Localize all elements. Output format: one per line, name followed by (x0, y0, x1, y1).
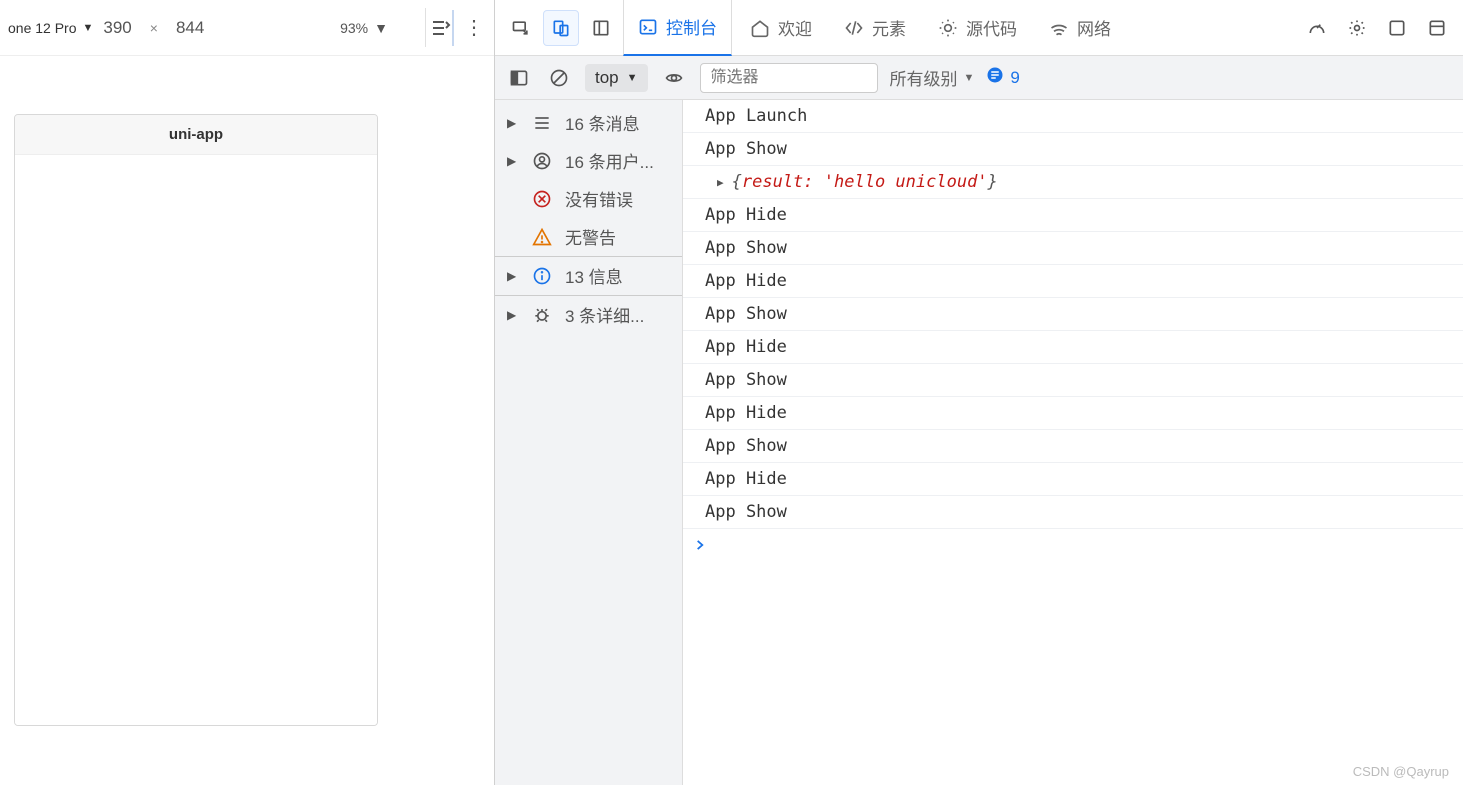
sidebar-item-errors[interactable]: 没有错误 (495, 180, 682, 218)
toggle-sidebar-icon[interactable] (505, 64, 533, 92)
inspect-icon[interactable] (503, 10, 539, 46)
log-line[interactable]: App Show (683, 298, 1463, 331)
tab-label: 控制台 (666, 14, 717, 39)
device-preview-pane: one 12 Pro ▼ 390 × 844 93% ▼ ⋮ uni-app (0, 0, 495, 785)
clear-console-icon[interactable] (545, 64, 573, 92)
triangle-right-icon: ▶ (507, 269, 519, 283)
tab-console[interactable]: 控制台 (623, 0, 732, 56)
performance-icon[interactable] (1299, 10, 1335, 46)
sidebar-item-label: 无警告 (565, 224, 674, 249)
sidebar-item-warnings[interactable]: 无警告 (495, 218, 682, 256)
caret-down-icon: ▼ (964, 72, 975, 84)
tab-sources[interactable]: 源代码 (924, 0, 1031, 56)
device-frame: uni-app (14, 114, 378, 726)
settings-icon[interactable] (1339, 10, 1375, 46)
sidebar-item-label: 3 条详细... (565, 302, 674, 327)
tab-label: 源代码 (966, 15, 1017, 40)
console-log-area[interactable]: App LaunchApp Show▶{result: 'hello unicl… (683, 100, 1463, 785)
console-body: ▶ 16 条消息 ▶ 16 条用户... (495, 100, 1463, 785)
watermark: CSDN @Qayrup (1353, 764, 1449, 779)
log-line[interactable]: ▶ {result: 'hello unicloud'} (683, 166, 1463, 199)
device-toggle-icon[interactable] (543, 10, 579, 46)
log-object: {result: 'hello unicloud'} (732, 172, 998, 192)
info-icon (531, 266, 553, 286)
device-width[interactable]: 390 (103, 18, 131, 38)
zoom-selector[interactable]: 93% ▼ (340, 20, 388, 36)
log-level-label: 所有级别 (890, 65, 958, 90)
warning-icon (531, 227, 553, 247)
dimension-separator: × (150, 20, 158, 36)
sidebar-item-user[interactable]: ▶ 16 条用户... (495, 142, 682, 180)
tab-label: 元素 (872, 15, 906, 40)
issue-count: 9 (1010, 68, 1019, 88)
panel-icon[interactable] (1379, 10, 1415, 46)
dock-icon[interactable] (583, 10, 619, 46)
tab-label: 网络 (1077, 15, 1111, 40)
error-icon (531, 189, 553, 209)
sidebar-item-label: 16 条用户... (565, 148, 674, 173)
tab-welcome[interactable]: 欢迎 (736, 0, 826, 56)
console-toolbar: top ▼ 所有级别 ▼ 9 (495, 56, 1463, 100)
log-line[interactable]: App Hide (683, 397, 1463, 430)
preview-canvas: uni-app (0, 56, 494, 785)
sidebar-item-verbose[interactable]: ▶ 3 条详细... (495, 295, 682, 334)
caret-down-icon: ▼ (627, 72, 638, 84)
user-icon (531, 151, 553, 171)
log-line[interactable]: App Show (683, 133, 1463, 166)
log-line[interactable]: App Hide (683, 331, 1463, 364)
sidebar-item-label: 13 信息 (565, 263, 674, 288)
device-selector[interactable]: one 12 Pro ▼ (8, 20, 93, 36)
log-line[interactable]: App Show (683, 430, 1463, 463)
log-level-selector[interactable]: 所有级别 ▼ (890, 65, 975, 90)
bug-icon (531, 305, 553, 325)
zoom-value: 93% (340, 20, 368, 36)
list-icon (531, 113, 553, 133)
kebab-menu-icon[interactable]: ⋮ (462, 16, 486, 40)
tab-elements[interactable]: 元素 (830, 0, 920, 56)
console-prompt[interactable] (683, 529, 1463, 565)
issues-badge[interactable]: 9 (986, 66, 1019, 89)
sidebar-item-label: 16 条消息 (565, 110, 674, 135)
device-height[interactable]: 844 (176, 18, 204, 38)
log-line[interactable]: App Hide (683, 199, 1463, 232)
filter-input[interactable] (700, 63, 878, 93)
sidebar-item-label: 没有错误 (565, 186, 674, 211)
more-icon[interactable] (1419, 10, 1455, 46)
caret-down-icon: ▼ (374, 20, 388, 36)
context-label: top (595, 68, 619, 88)
app-body[interactable] (15, 155, 377, 725)
log-line[interactable]: App Show (683, 496, 1463, 529)
live-expression-icon[interactable] (660, 64, 688, 92)
device-name: one 12 Pro (8, 20, 77, 36)
issue-icon (986, 66, 1004, 89)
triangle-right-icon: ▶ (507, 116, 519, 130)
log-line[interactable]: App Show (683, 364, 1463, 397)
log-line[interactable]: App Hide (683, 463, 1463, 496)
triangle-right-icon: ▶ (507, 308, 519, 322)
triangle-right-icon[interactable]: ▶ (717, 176, 724, 189)
app-title: uni-app (169, 126, 223, 143)
context-selector[interactable]: top ▼ (585, 64, 648, 92)
log-line[interactable]: App Hide (683, 265, 1463, 298)
log-line[interactable]: App Launch (683, 100, 1463, 133)
triangle-right-icon: ▶ (507, 154, 519, 168)
app-title-bar: uni-app (15, 115, 377, 155)
device-toolbar: one 12 Pro ▼ 390 × 844 93% ▼ ⋮ (0, 0, 494, 56)
tab-label: 欢迎 (778, 15, 812, 40)
devtools-tabstrip: 控制台 欢迎 元素 源代码 网络 (495, 0, 1463, 56)
console-sidebar: ▶ 16 条消息 ▶ 16 条用户... (495, 100, 683, 785)
sidebar-item-messages[interactable]: ▶ 16 条消息 (495, 104, 682, 142)
caret-down-icon: ▼ (83, 22, 94, 34)
tab-network[interactable]: 网络 (1035, 0, 1125, 56)
sidebar-item-info[interactable]: ▶ 13 信息 (495, 256, 682, 295)
rotate-icon[interactable] (428, 16, 452, 40)
devtools-pane: 控制台 欢迎 元素 源代码 网络 (495, 0, 1463, 785)
log-line[interactable]: App Show (683, 232, 1463, 265)
